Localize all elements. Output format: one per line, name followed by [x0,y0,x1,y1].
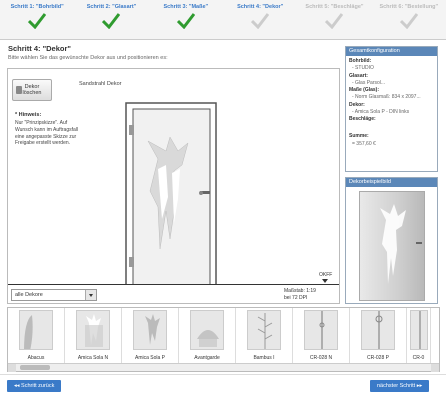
config-value-glasart: - Glas Parsol... [352,79,386,86]
dekor-thumbnail-strip: Abacus Amica Sola N Amica Sola P Avantga… [7,307,440,372]
sum-label: Summe: [349,133,369,140]
thumbnail-item[interactable]: CR-028 P [350,308,407,363]
page-title: Schritt 4: "Dekor" [8,44,71,53]
checkmark-icon [102,13,121,29]
thumbnail-scrollbar[interactable] [8,363,439,372]
delete-dekor-button[interactable]: Dekor löschen [12,79,52,101]
dekor-designer-canvas[interactable]: Dekor löschen Sandstrahl Dekor * Hinweis… [7,68,340,304]
hint-title: * Hinweis: [15,112,42,118]
thumbnail-image [19,310,53,350]
config-key-glasart: Glasart: [349,72,368,79]
step-progress-bar: Schritt 1: "Bohrbild" Schritt 2: "Glasar… [0,0,446,40]
config-value-masse: - Norm Glasmaß: 834 x 2097... [352,94,421,101]
step-6: Schritt 6: "Bestellung" [372,0,446,39]
step-1-label: Schritt 1: "Bohrbild" [10,4,64,10]
step-1[interactable]: Schritt 1: "Bohrbild" [0,0,74,39]
thumbnail-image [76,310,110,350]
step-2-label: Schritt 2: "Glasart" [86,4,137,10]
step-3-label: Schritt 3: "Maße" [163,4,209,10]
dekor-name: Sandstrahl Dekor [79,81,122,87]
next-step-button[interactable]: nächster Schritt ▸▸ [370,380,430,392]
trash-icon [16,86,22,94]
dekor-example-panel: Dekorbeispielbild [345,177,438,304]
step-3[interactable]: Schritt 3: "Maße" [149,0,223,39]
thumbnail-item[interactable]: Amica Sola P [122,308,179,363]
config-key-dekor: Dekor: [349,101,365,108]
step-4[interactable]: Schritt 4: "Dekor" [223,0,297,39]
configuration-panel: Gesamtkonfiguration Bohrbild: - STUDIO G… [345,46,438,172]
thumbnail-label: Avantgarde [194,355,220,361]
configuration-header: Gesamtkonfiguration [346,47,437,56]
thumbnail-image [133,310,167,350]
thumbnail-label: CR-028 N [309,355,333,361]
dekor-example-header: Dekorbeispielbild [346,178,437,187]
step-2[interactable]: Schritt 2: "Glasart" [74,0,148,39]
scale-info: Maßstab: 1:19 bei 72 DPI [284,288,316,302]
thumbnail-label: CR-0 [412,355,425,361]
divider [0,374,446,375]
thumbnail-label: Abacus [27,355,45,361]
step-6-label: Schritt 6: "Bestellung" [379,4,439,10]
step-5-label: Schritt 5: "Beschläge" [305,4,364,10]
checkmark-icon [251,13,270,29]
checkmark-icon [28,13,47,29]
thumbnail-image [304,310,338,350]
dekor-filter-value: alle Dekore [15,292,43,298]
config-value-dekor: - Amica Sola P - DIN links [352,108,410,115]
config-key-beschlaege: Beschläge: [349,116,376,122]
door-preview[interactable] [88,99,218,285]
thumbnail-item[interactable]: Bambus I [236,308,293,363]
thumbnail-image [410,310,428,350]
checkmark-icon [325,13,344,29]
thumbnail-item[interactable]: CR-0 [407,308,431,363]
config-key-masse: Maße (Glas): [349,87,380,93]
hint-text: Nur "Prinzipskizze". Auf Wunsch kann im … [15,120,78,147]
previous-step-button[interactable]: ◂◂ Schritt zurück [7,380,62,392]
sum-value: = 357,60 € [352,140,376,147]
chevron-down-icon[interactable] [85,290,96,300]
thumbnail-label: Amica Sola N [77,355,109,361]
thumbnail-label: Amica Sola P [134,355,165,361]
scroll-left-icon[interactable] [8,364,16,372]
floor-line [8,284,339,285]
thumbnail-label: CR-028 P [367,355,389,361]
thumbnail-image [361,310,395,350]
thumbnail-image [247,310,281,350]
scale-line-2: bei 72 DPI [284,295,308,301]
thumbnail-image [190,310,224,350]
okff-label: OKFF [319,272,333,278]
dekor-filter-select[interactable]: alle Dekore [11,289,97,301]
dekor-example-image [359,191,425,301]
config-value-bohrbild: - STUDIO [352,65,374,72]
page-subtitle: Bitte wählen Sie das gewünschte Dekor au… [8,55,168,61]
thumbnail-item[interactable]: Abacus [8,308,65,363]
thumbnail-label: Bambus I [253,355,275,361]
scroll-thumb[interactable] [20,365,50,370]
step-4-label: Schritt 4: "Dekor" [237,4,284,10]
scroll-right-icon[interactable] [431,364,439,372]
scale-line-1: Maßstab: 1:19 [284,288,316,294]
checkmark-icon [176,13,195,29]
checkmark-icon [399,13,418,29]
thumbnail-item[interactable]: Avantgarde [179,308,236,363]
thumbnail-item[interactable]: CR-028 N [293,308,350,363]
config-key-bohrbild: Bohrbild: [349,58,372,64]
okff-arrow-icon [322,279,328,283]
step-5: Schritt 5: "Beschläge" [297,0,371,39]
thumbnail-item[interactable]: Amica Sola N [65,308,122,363]
